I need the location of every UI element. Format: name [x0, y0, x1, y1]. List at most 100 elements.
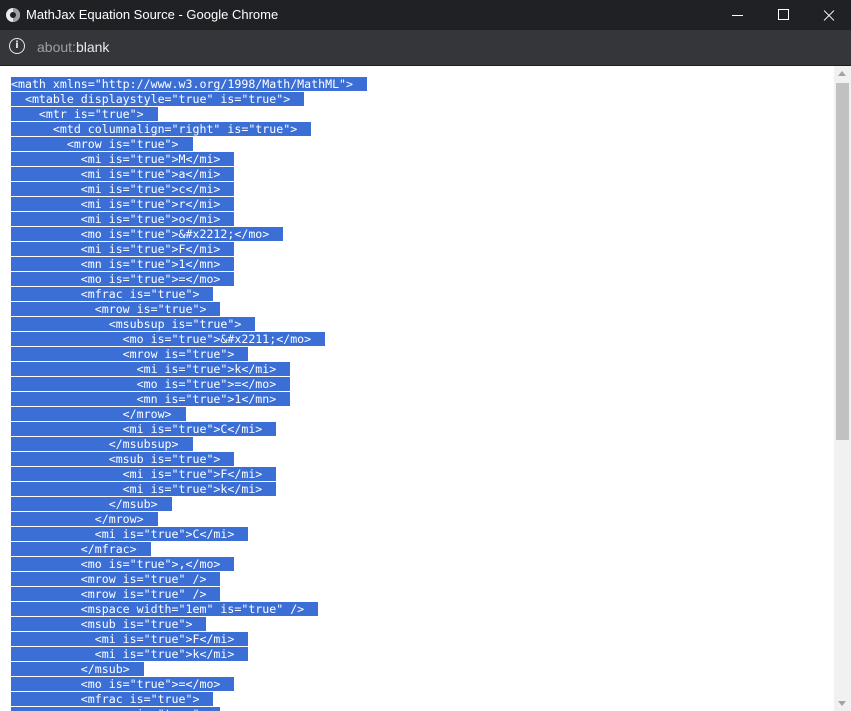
scroll-thumb[interactable]	[836, 83, 849, 440]
source-line[interactable]: <mrow is="true">	[11, 137, 367, 152]
source-line-text: <mo is="true">,</mo>	[11, 557, 235, 571]
source-line-text: <mi is="true">C</mi>	[11, 422, 277, 436]
source-line[interactable]: <mrow is="true">	[11, 302, 367, 317]
url-scheme: about:	[37, 39, 76, 55]
source-line-text: <mrow is="true">	[11, 707, 221, 711]
maximize-button[interactable]	[760, 0, 806, 30]
source-line-text: <mfrac is="true">	[11, 692, 214, 706]
source-line[interactable]: </mfrac>	[11, 542, 367, 557]
vertical-scrollbar[interactable]	[834, 66, 851, 711]
source-code[interactable]: <math xmlns="http://www.w3.org/1998/Math…	[11, 77, 368, 711]
source-line[interactable]: <mrow is="true">	[11, 347, 367, 362]
source-line-text: <mi is="true">k</mi>	[11, 647, 249, 661]
source-line[interactable]: <mo is="true">&#x2212;</mo>	[11, 227, 367, 242]
source-line-text: <mrow is="true" />	[11, 587, 221, 601]
source-line-text: </mrow>	[11, 407, 186, 421]
source-line-text: <mtd columnalign="right" is="true">	[11, 122, 312, 136]
source-line[interactable]: <mfrac is="true">	[11, 287, 367, 302]
source-line-text: <math xmlns="http://www.w3.org/1998/Math…	[11, 77, 368, 91]
source-line[interactable]: <mi is="true">F</mi>	[11, 632, 367, 647]
source-line[interactable]: <mrow is="true" />	[11, 587, 367, 602]
close-button[interactable]	[805, 0, 851, 30]
source-line[interactable]: <mo is="true">=</mo>	[11, 272, 367, 287]
source-line-text: <mrow is="true">	[11, 347, 249, 361]
source-line[interactable]: <mrow is="true" />	[11, 572, 367, 587]
source-line-text: <mo is="true">=</mo>	[11, 272, 235, 286]
address-bar[interactable]: i about:blank	[0, 30, 851, 66]
source-line[interactable]: <mi is="true">F</mi>	[11, 467, 367, 482]
source-line-text: <mfrac is="true">	[11, 287, 214, 301]
source-line-text: </mrow>	[11, 512, 158, 526]
source-line-text: <mspace width="1em" is="true" />	[11, 602, 319, 616]
source-line-text: <mi is="true">o</mi>	[11, 212, 235, 226]
source-line[interactable]: <mo is="true">,</mo>	[11, 557, 367, 572]
source-line[interactable]: <mo is="true">&#x2211;</mo>	[11, 332, 367, 347]
scroll-down-arrow-icon[interactable]	[838, 701, 846, 706]
source-line[interactable]: <mi is="true">C</mi>	[11, 527, 367, 542]
source-line[interactable]: </msubsup>	[11, 437, 367, 452]
page-content[interactable]: <math xmlns="http://www.w3.org/1998/Math…	[0, 66, 834, 711]
source-line[interactable]: <mrow is="true">	[11, 707, 367, 711]
source-line[interactable]: <mi is="true">r</mi>	[11, 197, 367, 212]
source-line[interactable]: <mspace width="1em" is="true" />	[11, 602, 367, 617]
source-line[interactable]: <math xmlns="http://www.w3.org/1998/Math…	[11, 77, 368, 92]
source-line-text: <mi is="true">F</mi>	[11, 242, 235, 256]
source-line-text: <mtr is="true">	[11, 107, 158, 121]
source-line-text: <mi is="true">k</mi>	[11, 362, 291, 376]
source-line-text: <mi is="true">r</mi>	[11, 197, 235, 211]
source-line-text: <msub is="true">	[11, 452, 235, 466]
source-line[interactable]: <mn is="true">1</mn>	[11, 392, 367, 407]
source-line-text: <msubsup is="true">	[11, 317, 256, 331]
source-line-text: <mtable displaystyle="true" is="true">	[11, 92, 305, 106]
source-line-text: <mi is="true">F</mi>	[11, 632, 249, 646]
source-line[interactable]: </msub>	[11, 662, 367, 677]
source-line[interactable]: <mi is="true">C</mi>	[11, 422, 367, 437]
source-line[interactable]: <mtable displaystyle="true" is="true">	[11, 92, 367, 107]
source-line-text: <mi is="true">k</mi>	[11, 482, 277, 496]
source-line[interactable]: <msub is="true">	[11, 617, 367, 632]
source-line-text: <mo is="true">=</mo>	[11, 377, 291, 391]
source-line-text: <mi is="true">a</mi>	[11, 167, 235, 181]
title-bar: MathJax Equation Source - Google Chrome	[0, 0, 851, 30]
chrome-icon	[6, 8, 20, 22]
info-icon[interactable]: i	[9, 38, 25, 54]
source-line[interactable]: <mi is="true">k</mi>	[11, 482, 367, 497]
source-line-text: <mrow is="true" />	[11, 572, 221, 586]
source-line-text: <mo is="true">=</mo>	[11, 677, 235, 691]
source-line-text: <msub is="true">	[11, 617, 207, 631]
source-line-text: </msubsup>	[11, 437, 193, 451]
source-line-text: <mi is="true">M</mi>	[11, 152, 235, 166]
source-line-text: <mi is="true">C</mi>	[11, 527, 249, 541]
source-line[interactable]: <mi is="true">M</mi>	[11, 152, 367, 167]
source-line[interactable]: <mo is="true">=</mo>	[11, 377, 367, 392]
source-line[interactable]: <msubsup is="true">	[11, 317, 367, 332]
source-line[interactable]: </mrow>	[11, 512, 367, 527]
source-line[interactable]: </mrow>	[11, 407, 367, 422]
source-line[interactable]: <mi is="true">F</mi>	[11, 242, 367, 257]
source-line-text: <mo is="true">&#x2212;</mo>	[11, 227, 284, 241]
source-line-text: <mi is="true">c</mi>	[11, 182, 235, 196]
source-line[interactable]: <mi is="true">o</mi>	[11, 212, 367, 227]
window-title: MathJax Equation Source - Google Chrome	[26, 7, 279, 22]
source-line[interactable]: <mi is="true">k</mi>	[11, 647, 367, 662]
source-line[interactable]: <mo is="true">=</mo>	[11, 677, 367, 692]
scroll-up-arrow-icon[interactable]	[838, 71, 846, 76]
source-line[interactable]: </msub>	[11, 497, 367, 512]
source-line[interactable]: <mi is="true">k</mi>	[11, 362, 367, 377]
source-line[interactable]: <mfrac is="true">	[11, 692, 367, 707]
source-line-text: </msub>	[11, 497, 172, 511]
source-line-text: <mrow is="true">	[11, 302, 221, 316]
minimize-button[interactable]	[714, 0, 760, 30]
url-field[interactable]: about:blank	[37, 39, 109, 56]
source-line[interactable]: <mi is="true">a</mi>	[11, 167, 367, 182]
source-line[interactable]: <mn is="true">1</mn>	[11, 257, 367, 272]
source-line[interactable]: <mtr is="true">	[11, 107, 367, 122]
source-line-text: </msub>	[11, 662, 144, 676]
source-line[interactable]: <mtd columnalign="right" is="true">	[11, 122, 367, 137]
source-line-text: <mn is="true">1</mn>	[11, 392, 291, 406]
source-line-text: <mo is="true">&#x2211;</mo>	[11, 332, 326, 346]
url-host: blank	[75, 39, 110, 55]
source-line-text: </mfrac>	[11, 542, 151, 556]
source-line[interactable]: <msub is="true">	[11, 452, 367, 467]
source-line[interactable]: <mi is="true">c</mi>	[11, 182, 367, 197]
